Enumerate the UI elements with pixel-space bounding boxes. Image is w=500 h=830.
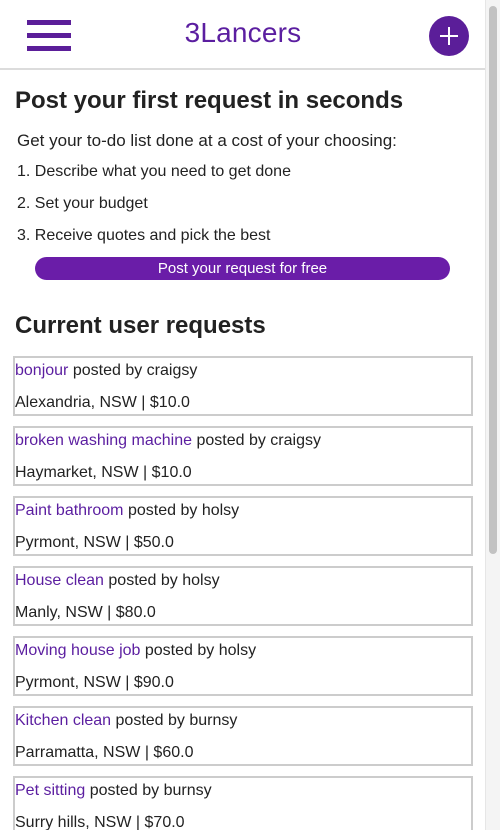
request-card: Kitchen clean posted by burnsy Parramatt… xyxy=(13,706,473,766)
meta-separator: | xyxy=(125,674,130,691)
request-user: holsy xyxy=(182,572,220,589)
meta-separator: | xyxy=(143,464,148,481)
request-price: $80.0 xyxy=(115,604,156,621)
request-title-line: Moving house job posted by holsy xyxy=(15,642,256,660)
request-user: craigsy xyxy=(270,432,321,449)
request-user: holsy xyxy=(218,642,257,659)
posted-by-label: posted by xyxy=(115,712,185,729)
request-price: $10.0 xyxy=(151,464,192,481)
request-title-line: broken washing machine posted by craigsy xyxy=(15,432,321,450)
request-user: burnsy xyxy=(189,712,238,729)
request-location: Manly, NSW xyxy=(15,604,103,621)
request-card: Moving house job posted by holsy Pyrmont… xyxy=(13,636,473,696)
app-root: 3Lancers Post your first request in seco… xyxy=(0,0,500,830)
request-location: Haymarket, NSW xyxy=(15,464,139,481)
meta-separator: | xyxy=(125,534,130,551)
request-price: $50.0 xyxy=(133,534,174,551)
request-title-link[interactable]: bonjour xyxy=(15,362,68,379)
request-list: bonjour posted by craigsy Alexandria, NS… xyxy=(13,356,473,830)
request-title-line: Paint bathroom posted by holsy xyxy=(15,502,239,520)
request-user: holsy xyxy=(201,502,240,519)
posted-by-label: posted by xyxy=(144,642,215,659)
meta-separator: | xyxy=(107,604,112,621)
request-meta-line: Alexandria, NSW | $10.0 xyxy=(15,394,190,412)
request-title-line: Pet sitting posted by burnsy xyxy=(15,782,212,800)
step-item: 2. Set your budget xyxy=(17,195,148,212)
meta-separator: | xyxy=(135,814,141,830)
vertical-scrollbar[interactable] xyxy=(485,0,500,830)
request-title-link[interactable]: Moving house job xyxy=(15,642,140,659)
request-location: Pyrmont, NSW xyxy=(15,534,121,551)
requests-heading: Current user requests xyxy=(15,312,266,339)
request-card: House clean posted by holsy Manly, NSW |… xyxy=(13,566,473,626)
meta-separator: | xyxy=(141,394,146,411)
request-meta-line: Pyrmont, NSW | $90.0 xyxy=(15,674,174,692)
request-title-line: House clean posted by holsy xyxy=(15,572,220,590)
posted-by-label: posted by xyxy=(89,782,160,799)
request-meta-line: Surry hills, NSW | $70.0 xyxy=(15,814,185,830)
scrollbar-thumb[interactable] xyxy=(489,6,497,554)
posted-by-label: posted by xyxy=(127,502,198,519)
post-request-button[interactable]: Post your request for free xyxy=(35,257,450,280)
intro-lead-text: Get your to-do list done at a cost of yo… xyxy=(17,131,397,150)
request-location: Pyrmont, NSW xyxy=(15,674,121,691)
request-title-link[interactable]: House clean xyxy=(15,572,104,589)
request-meta-line: Manly, NSW | $80.0 xyxy=(15,604,156,622)
request-title-line: Kitchen clean posted by burnsy xyxy=(15,712,237,730)
posted-by-label: posted by xyxy=(108,572,178,589)
request-title-link[interactable]: Paint bathroom xyxy=(15,502,124,519)
request-location: Parramatta, NSW xyxy=(15,744,141,761)
request-price: $70.0 xyxy=(144,814,185,830)
request-price: $10.0 xyxy=(149,394,190,411)
posted-by-label: posted by xyxy=(72,362,143,379)
request-meta-line: Parramatta, NSW | $60.0 xyxy=(15,744,193,762)
posted-by-label: posted by xyxy=(196,432,266,449)
request-meta-line: Pyrmont, NSW | $50.0 xyxy=(15,534,174,552)
step-item: 1. Describe what you need to get done xyxy=(17,163,291,180)
steps-list: 1. Describe what you need to get done 2.… xyxy=(17,163,291,259)
request-card: bonjour posted by craigsy Alexandria, NS… xyxy=(13,356,473,416)
step-item: 3. Receive quotes and pick the best xyxy=(17,227,271,244)
top-bar: 3Lancers xyxy=(0,0,486,70)
request-title-link[interactable]: Pet sitting xyxy=(15,782,85,799)
plus-icon[interactable] xyxy=(429,16,469,56)
request-location: Surry hills, NSW xyxy=(15,814,132,830)
request-card: Paint bathroom posted by holsy Pyrmont, … xyxy=(13,496,473,556)
request-meta-line: Haymarket, NSW | $10.0 xyxy=(15,464,192,482)
request-user: burnsy xyxy=(163,782,212,799)
request-user: craigsy xyxy=(146,362,198,379)
request-location: Alexandria, NSW xyxy=(15,394,137,411)
meta-separator: | xyxy=(144,744,149,761)
intro-heading: Post your first request in seconds xyxy=(15,87,404,114)
request-price: $90.0 xyxy=(133,674,174,691)
request-title-link[interactable]: Kitchen clean xyxy=(15,712,111,729)
request-card: Pet sitting posted by burnsy Surry hills… xyxy=(13,776,473,830)
app-title[interactable]: 3Lancers xyxy=(0,17,486,49)
request-price: $60.0 xyxy=(153,744,194,761)
request-title-link[interactable]: broken washing machine xyxy=(15,432,192,449)
request-title-line: bonjour posted by craigsy xyxy=(15,362,197,380)
request-card: broken washing machine posted by craigsy… xyxy=(13,426,473,486)
